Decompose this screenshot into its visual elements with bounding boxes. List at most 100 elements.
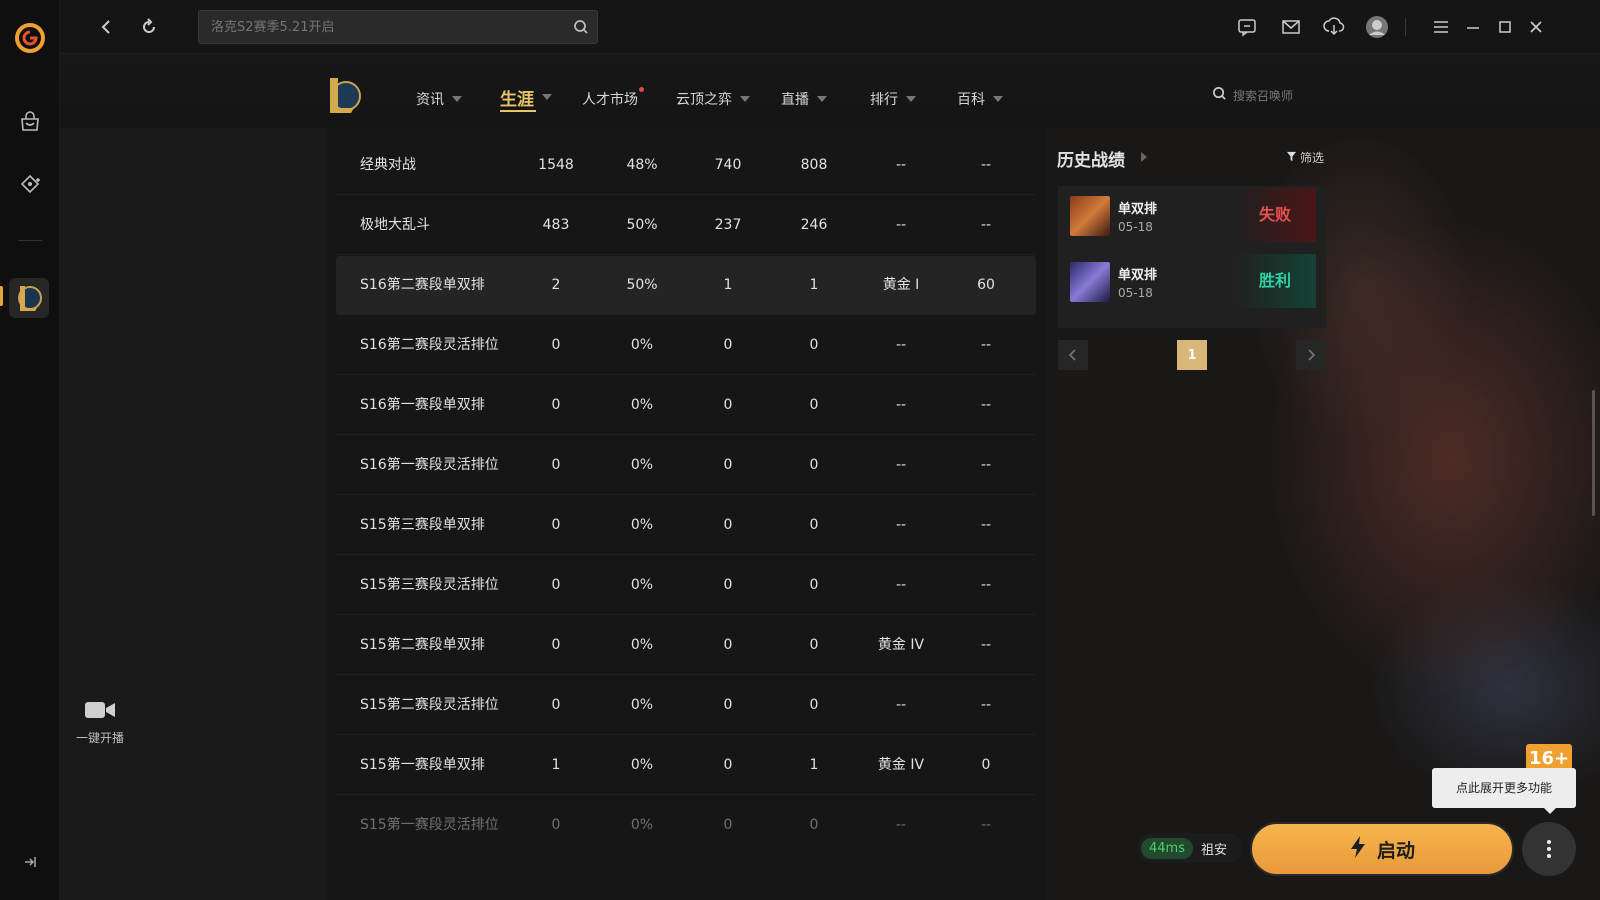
mail-icon[interactable]: [1278, 14, 1304, 40]
mode-name-cell: S16第二赛段单双排: [360, 277, 485, 293]
stat-cell: --: [895, 397, 907, 413]
stat-cell: 0%: [630, 397, 654, 413]
match-item[interactable]: 单双排 05-18 胜利: [1070, 252, 1320, 310]
stat-cell: --: [980, 457, 992, 473]
mode-name-cell: S16第二赛段灵活排位: [360, 337, 499, 353]
table-row[interactable]: 极地大乱斗 483 50% 237 246 -- --: [336, 196, 1036, 255]
stat-cell: --: [980, 577, 992, 593]
stat-cell: 50%: [626, 277, 658, 293]
table-row[interactable]: S15第三赛段灵活排位 0 0% 0 0 -- --: [336, 556, 1036, 615]
lol-logo-icon[interactable]: [326, 74, 362, 116]
nav-tft-label: 云顶之弈: [676, 92, 732, 108]
stat-cell: 0: [809, 637, 819, 653]
prev-page-button[interactable]: [1058, 340, 1088, 370]
menu-icon[interactable]: [1428, 14, 1454, 40]
back-icon[interactable]: [93, 14, 119, 40]
stat-cell: --: [895, 157, 907, 173]
stat-cell: 黄金 I: [882, 277, 920, 293]
maximize-icon[interactable]: [1492, 14, 1518, 40]
refresh-icon[interactable]: [136, 14, 162, 40]
stat-cell: 0: [723, 637, 733, 653]
mode-name-cell: 极地大乱斗: [360, 217, 430, 233]
table-row[interactable]: S16第二赛段单双排 2 50% 1 1 黄金 I 60: [336, 256, 1036, 315]
stat-cell: 0%: [630, 577, 654, 593]
nav-news[interactable]: 资讯: [416, 84, 462, 114]
chevron-right-icon[interactable]: [1141, 152, 1147, 162]
filter-button[interactable]: 筛选: [1286, 149, 1324, 166]
table-row[interactable]: S16第一赛段单双排 0 0% 0 0 -- --: [336, 376, 1036, 435]
summoner-search-placeholder: 搜索召唤师: [1233, 88, 1294, 103]
champion-avatar: [1070, 196, 1110, 236]
global-search-box[interactable]: [198, 10, 598, 44]
chevron-down-icon: [542, 94, 552, 100]
stat-cell: 0: [723, 817, 733, 833]
table-row[interactable]: S15第三赛段单双排 0 0% 0 0 -- --: [336, 496, 1036, 555]
stat-cell: --: [980, 817, 992, 833]
minimize-icon[interactable]: [1460, 14, 1486, 40]
mode-name-cell: S15第二赛段灵活排位: [360, 697, 499, 713]
chevron-down-icon: [993, 96, 1003, 102]
table-row[interactable]: S15第一赛段单双排 1 0% 0 1 黄金 IV 0: [336, 736, 1036, 795]
table-row[interactable]: S15第二赛段灵活排位 0 0% 0 0 -- --: [336, 676, 1036, 735]
download-icon[interactable]: [1321, 14, 1347, 40]
stat-cell: 黄金 IV: [877, 637, 925, 653]
close-icon[interactable]: [1523, 14, 1549, 40]
nav-wiki-label: 百科: [957, 92, 985, 108]
stat-cell: 0: [723, 457, 733, 473]
stat-cell: 0%: [630, 817, 654, 833]
chat-icon[interactable]: [1234, 14, 1260, 40]
nav-talent-market[interactable]: 人才市场: [582, 84, 644, 114]
app-window: 资讯 生涯 人才市场 云顶之弈 直播 排行 百科 搜索召唤师 一键开播 经典对战…: [0, 0, 1600, 900]
nav-career[interactable]: 生涯: [500, 82, 552, 112]
store-icon[interactable]: [14, 106, 46, 138]
table-row[interactable]: S15第一赛段灵活排位 0 0% 0 0 -- --: [336, 796, 1036, 855]
stat-cell: --: [980, 637, 992, 653]
history-title[interactable]: 历史战绩: [1057, 146, 1125, 171]
stat-cell: 1548: [538, 157, 574, 173]
stat-cell: 0: [551, 577, 561, 593]
gamepad-icon[interactable]: [14, 168, 46, 200]
table-row[interactable]: S15第二赛段单双排 0 0% 0 0 黄金 IV --: [336, 616, 1036, 675]
stat-cell: --: [895, 817, 907, 833]
lol-game-icon[interactable]: [9, 278, 49, 318]
page-scrollbar[interactable]: [1592, 390, 1595, 516]
global-search-input[interactable]: [199, 11, 559, 43]
nav-tft[interactable]: 云顶之弈: [676, 84, 750, 114]
stat-cell: 0: [723, 697, 733, 713]
table-row[interactable]: S16第二赛段灵活排位 0 0% 0 0 -- --: [336, 316, 1036, 375]
stat-cell: 0%: [630, 457, 654, 473]
stat-cell: 0: [551, 817, 561, 833]
app-logo-icon[interactable]: [14, 22, 46, 54]
nav-news-label: 资讯: [416, 92, 444, 108]
more-options-icon[interactable]: [1522, 822, 1576, 876]
server-ping[interactable]: 44ms 祖安: [1138, 833, 1242, 863]
match-date: 05-18: [1118, 286, 1153, 300]
stat-cell: 0: [551, 397, 561, 413]
stat-cell: 0: [551, 337, 561, 353]
next-page-button[interactable]: [1296, 340, 1326, 370]
match-item[interactable]: 单双排 05-18 失败: [1070, 186, 1320, 244]
filter-icon: [1286, 151, 1297, 165]
expand-sidebar-icon[interactable]: [20, 852, 40, 872]
nav-ranking[interactable]: 排行: [870, 84, 916, 114]
summoner-search[interactable]: 搜索召唤师: [1212, 86, 1293, 104]
stat-cell: 0: [723, 397, 733, 413]
active-tab-underline: [500, 110, 536, 112]
stat-cell: --: [980, 697, 992, 713]
user-avatar[interactable]: [1364, 14, 1390, 40]
page-number[interactable]: 1: [1177, 340, 1207, 370]
stat-cell: 0%: [630, 337, 654, 353]
launch-label: 启动: [1376, 839, 1415, 862]
one-click-live-button[interactable]: 一键开播: [68, 700, 132, 746]
nav-wiki[interactable]: 百科: [957, 84, 1003, 114]
mode-name-cell: 经典对战: [360, 157, 416, 173]
table-row[interactable]: 经典对战 1548 48% 740 808 -- --: [336, 136, 1036, 195]
mode-name-cell: S16第一赛段灵活排位: [360, 457, 499, 473]
launch-button[interactable]: 启动: [1250, 822, 1514, 876]
table-row[interactable]: S16第一赛段灵活排位 0 0% 0 0 -- --: [336, 436, 1036, 495]
nav-live[interactable]: 直播: [781, 84, 827, 114]
match-result-win: 胜利: [1234, 254, 1316, 308]
stat-cell: 0: [551, 637, 561, 653]
server-name: 祖安: [1200, 842, 1227, 858]
search-icon[interactable]: [573, 19, 589, 39]
